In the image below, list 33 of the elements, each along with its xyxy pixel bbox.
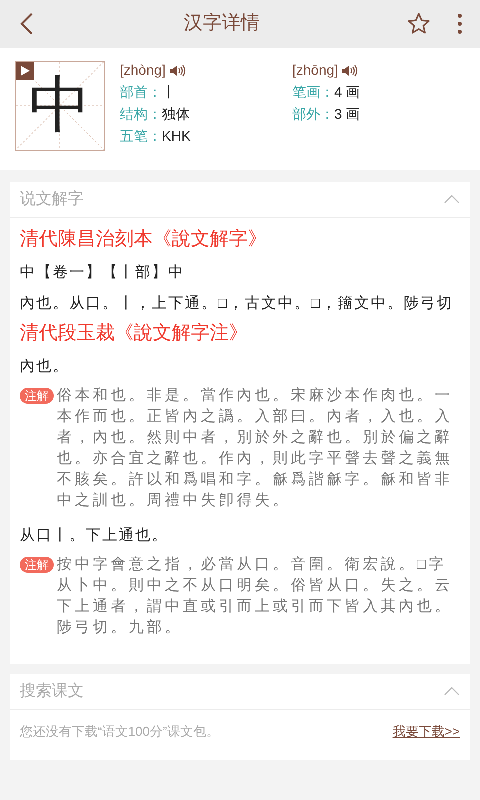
play-icon — [20, 66, 30, 76]
info-text: 您还没有下载“语文100分”课文包。 — [20, 723, 220, 741]
source-heading: 清代陳昌治刻本《說文解字》 — [20, 228, 268, 252]
entry-text: 中【卷一】【丨部】中 — [20, 263, 186, 283]
window-title: 汉字详情 — [183, 12, 261, 36]
play-button[interactable] — [16, 62, 34, 80]
field-label: 笔画： — [292, 83, 334, 102]
note-badge: 注解 — [20, 388, 54, 404]
note-text: 按中字會意之指，必當从口。音圍。衛宏說。□字从卜中。則中之不从口明矣。俗皆从口。失之。云下上通者，謂中直或引而上或引而下皆入其內也。陟弓切。九部。 — [57, 555, 454, 638]
field-label: 部首： — [120, 83, 162, 102]
back-icon — [20, 12, 34, 36]
source-heading: 清代段玉裁《說文解字注》 — [20, 322, 249, 346]
field-label: 五笔： — [120, 127, 162, 146]
field-value: 3 画 — [334, 105, 360, 124]
field-value: 丨 — [162, 83, 176, 102]
section-title: 搜索课文 — [20, 682, 85, 702]
entry-text: 內也。从口。丨，上下通。□，古文中。□，籒文中。陟弓切 — [20, 294, 455, 314]
field-value: 4 画 — [334, 83, 360, 102]
note-text: 俗本和也。非是。當作內也。宋麻沙本作肉也。一本作而也。正皆內之譌。入部曰。內者，入也。入者，內也。然則中者，別於外之辭也。別於偏之辭也。亦合宜之辭也。作內，則此字平聲去聲之義無不賅矣。許以和爲唱和字。龢爲諧龢字。龢和皆非中之訓也。周禮中失卽得失。 — [57, 386, 454, 511]
field-value: 独体 — [162, 105, 190, 124]
character-glyph: 中 — [29, 75, 91, 137]
field-value: KHK — [162, 127, 191, 146]
entry-text: 从口丨。下上通也。 — [20, 526, 170, 546]
field-label: 部外： — [292, 105, 334, 124]
field-label: 结构： — [120, 105, 162, 124]
download-link[interactable]: 我要下载>> — [392, 722, 460, 742]
pinyin-text: [zhōng] — [292, 61, 338, 80]
pinyin-text: [zhòng] — [120, 61, 166, 80]
entry-text: 內也。 — [20, 357, 70, 377]
speaker-icon[interactable] — [342, 64, 358, 76]
speaker-icon[interactable] — [170, 64, 186, 76]
note-badge: 注解 — [20, 557, 54, 573]
section-title: 说文解字 — [20, 190, 85, 210]
